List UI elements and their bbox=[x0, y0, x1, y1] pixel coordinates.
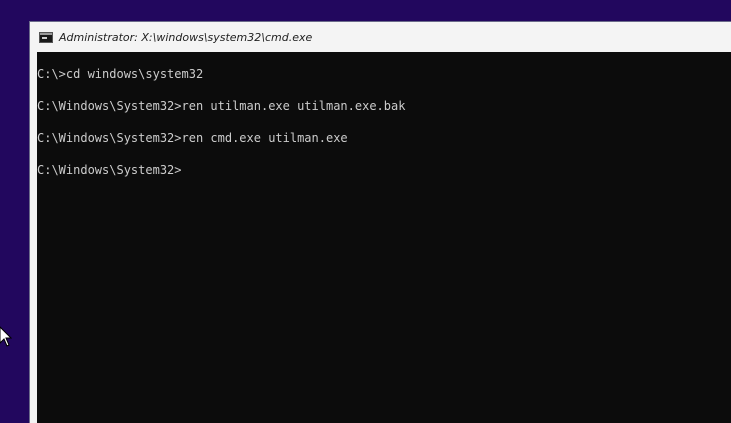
window-title: Administrator: X:\windows\system32\cmd.e… bbox=[59, 30, 313, 44]
console-prompt[interactable]: C:\Windows\System32> bbox=[37, 162, 731, 178]
desktop: Administrator: X:\windows\system32\cmd.e… bbox=[0, 0, 731, 423]
console-output[interactable]: C:\>cd windows\system32 C:\Windows\Syste… bbox=[37, 52, 731, 423]
mouse-pointer-icon bbox=[0, 326, 12, 347]
console-line: C:\Windows\System32>ren cmd.exe utilman.… bbox=[37, 131, 348, 145]
console-line: C:\Windows\System32>ren utilman.exe util… bbox=[37, 99, 406, 113]
title-bar[interactable]: Administrator: X:\windows\system32\cmd.e… bbox=[30, 22, 731, 52]
cmd-window[interactable]: Administrator: X:\windows\system32\cmd.e… bbox=[30, 22, 731, 423]
cmd-icon[interactable] bbox=[39, 31, 53, 43]
console-line: C:\>cd windows\system32 bbox=[37, 67, 204, 81]
